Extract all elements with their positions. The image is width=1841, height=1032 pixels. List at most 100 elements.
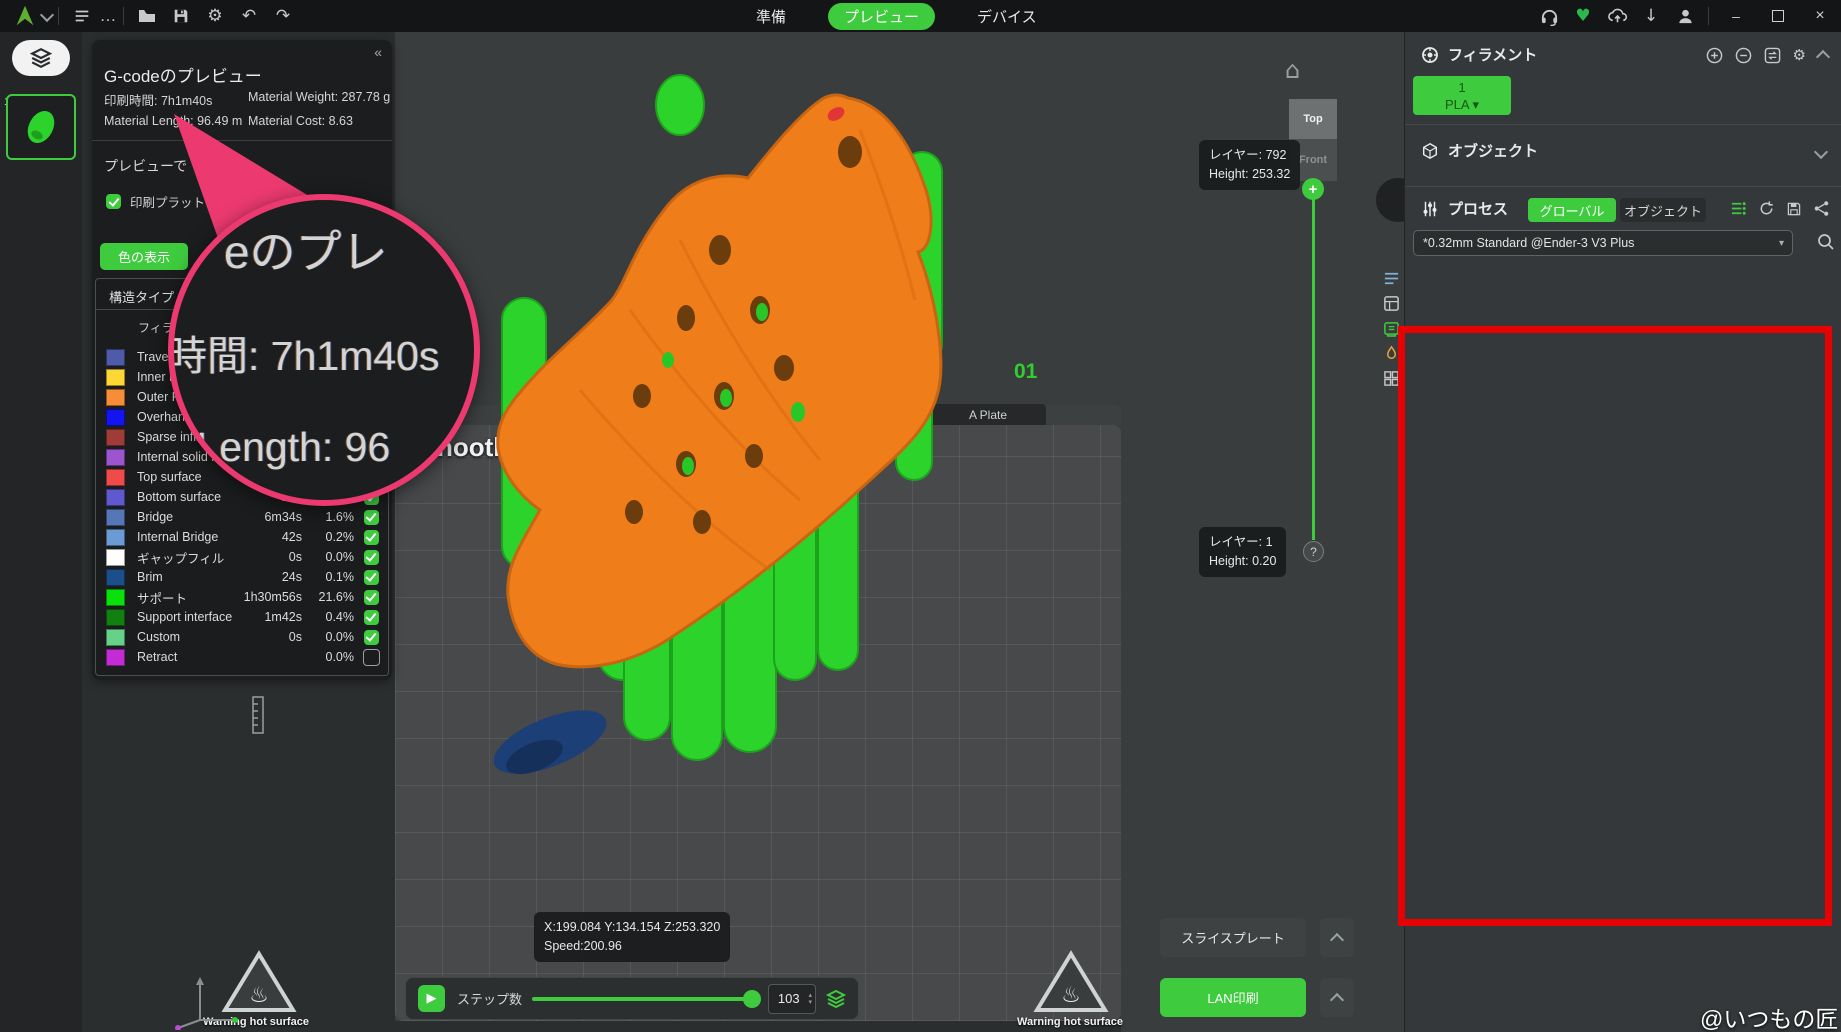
expand-object-icon[interactable] xyxy=(1814,145,1828,159)
material-cost-stat: Material Cost: 8.63 xyxy=(248,114,353,128)
filament-actions: ⚙ xyxy=(1706,46,1828,64)
download-icon[interactable]: ↓ xyxy=(1634,6,1668,26)
legend-row[interactable]: Bridge 6m34s 1.6% xyxy=(96,507,388,527)
sync-filament-icon[interactable] xyxy=(1764,47,1781,64)
axis-indicator-icon xyxy=(170,975,240,1030)
preview-section-label: プレビューで xyxy=(104,156,187,176)
tab-prepare[interactable]: 準備 xyxy=(740,3,802,30)
legend-row[interactable]: Internal Bridge 42s 0.2% xyxy=(96,527,388,547)
category-speed-icon[interactable] xyxy=(1383,320,1400,337)
legend-time-value: 42s xyxy=(240,530,302,544)
step-slider-handle[interactable] xyxy=(743,990,761,1008)
layers-panel-button[interactable] xyxy=(12,40,70,76)
maximize-button[interactable] xyxy=(1757,10,1799,22)
category-plate-icon[interactable] xyxy=(1383,295,1400,312)
filament-settings-gear-icon[interactable]: ⚙ xyxy=(1793,46,1806,64)
legend-color-swatch xyxy=(106,629,125,646)
undo-button[interactable]: ↶ xyxy=(232,6,266,26)
collapse-section-icon[interactable] xyxy=(1816,50,1830,64)
step-value: 103 xyxy=(769,991,808,1006)
ruler-icon[interactable] xyxy=(245,695,271,735)
layer-slider-handle[interactable]: + xyxy=(1302,178,1324,200)
minimize-button[interactable]: – xyxy=(1715,8,1757,24)
add-filament-icon[interactable] xyxy=(1706,47,1723,64)
save-button[interactable] xyxy=(164,7,198,25)
step-number-input[interactable]: 103 ▴ ▾ xyxy=(768,984,816,1014)
settings-gear-icon[interactable]: ⚙ xyxy=(198,6,232,26)
close-button[interactable]: × xyxy=(1799,7,1841,25)
play-button[interactable]: ▶ xyxy=(418,985,445,1012)
legend-time-value: 0s xyxy=(240,550,302,564)
panel-collapse-icon[interactable]: « xyxy=(374,44,382,60)
home-view-icon[interactable]: ⌂ xyxy=(1285,56,1300,84)
layer-slider-track[interactable] xyxy=(1312,198,1315,540)
preset-name: *0.32mm Standard @Ender-3 V3 Plus xyxy=(1414,236,1779,250)
tab-device[interactable]: デバイス xyxy=(961,3,1053,30)
layer-top-line2: Height: 253.32 xyxy=(1209,165,1290,184)
checkbox-checked-icon[interactable] xyxy=(106,194,121,209)
parameter-list-icon[interactable] xyxy=(1730,200,1747,217)
cloud-upload-icon[interactable] xyxy=(1600,6,1634,27)
settings-category-strip xyxy=(1378,270,1404,387)
category-quality-icon[interactable] xyxy=(1383,270,1400,287)
tab-object[interactable]: オブジェクト xyxy=(1620,198,1706,222)
legend-row[interactable]: Retract 0.0% xyxy=(96,647,388,667)
print-time-stat: 印刷時間: 7h1m40s xyxy=(104,90,212,109)
legend-visibility-checkbox[interactable] xyxy=(363,649,380,666)
more-menu-button[interactable]: … xyxy=(99,6,117,26)
legend-row[interactable]: サポート 1h30m56s 21.6% xyxy=(96,587,388,607)
legend-row[interactable]: ギャップフィル 0s 0.0% xyxy=(96,547,388,567)
category-temperature-icon[interactable] xyxy=(1383,345,1400,362)
lan-print-button[interactable]: LAN印刷 xyxy=(1160,978,1306,1017)
legend-visibility-checkbox[interactable] xyxy=(364,510,379,525)
tab-global[interactable]: グローバル xyxy=(1528,198,1616,222)
filament-slot-button[interactable]: 1 PLA ▾ xyxy=(1413,76,1511,115)
remove-filament-icon[interactable] xyxy=(1735,47,1752,64)
legend-visibility-checkbox[interactable] xyxy=(364,570,379,585)
redo-button[interactable]: ↷ xyxy=(266,6,300,26)
color-scheme-button[interactable]: 色の表示 xyxy=(100,243,188,270)
logo-chevron-icon[interactable] xyxy=(40,7,54,21)
legend-percent-value: 0.0% xyxy=(302,550,354,564)
support-headset-icon[interactable] xyxy=(1532,7,1566,26)
legend-visibility-checkbox[interactable] xyxy=(364,590,379,605)
chevron-up-icon xyxy=(1330,992,1344,1006)
model-3d-shoe[interactable] xyxy=(380,60,1000,780)
spinner-down-icon[interactable]: ▾ xyxy=(808,999,812,1006)
preset-dropdown[interactable]: *0.32mm Standard @Ender-3 V3 Plus ▾ xyxy=(1413,230,1793,256)
legend-visibility-checkbox[interactable] xyxy=(364,610,379,625)
cloud-service-heart-icon[interactable]: ♥ xyxy=(1566,6,1600,26)
legend-visibility-checkbox[interactable] xyxy=(364,630,379,645)
save-preset-icon[interactable] xyxy=(1786,201,1802,217)
legend-row[interactable]: Support interface 1m42s 0.4% xyxy=(96,607,388,627)
app-logo[interactable] xyxy=(12,3,38,29)
legend-percent-value: 0.2% xyxy=(302,530,354,544)
legend-visibility-checkbox[interactable] xyxy=(364,530,379,545)
legend-row[interactable]: Custom 0s 0.0% xyxy=(96,627,388,647)
slice-options-button[interactable] xyxy=(1320,918,1354,957)
step-slider[interactable] xyxy=(532,997,752,1001)
help-button[interactable]: ? xyxy=(1303,541,1324,562)
reset-process-icon[interactable] xyxy=(1758,200,1775,217)
platform-checkbox-row[interactable]: 印刷プラットフ xyxy=(106,192,218,211)
process-header: プロセス xyxy=(1421,198,1508,219)
user-account-icon[interactable] xyxy=(1668,7,1702,26)
viewcube-top-face[interactable]: Top xyxy=(1289,99,1337,139)
layers-view-icon[interactable] xyxy=(826,989,846,1009)
legend-tab-structure[interactable]: 構造タイプ xyxy=(109,287,174,306)
step-spinner[interactable]: ▴ ▾ xyxy=(808,992,815,1006)
tab-preview[interactable]: プレビュー xyxy=(828,3,935,30)
print-options-button[interactable] xyxy=(1320,978,1354,1017)
plate-thumbnail[interactable] xyxy=(6,94,76,160)
main-menu-button[interactable] xyxy=(65,7,99,25)
category-others-icon[interactable] xyxy=(1383,370,1400,387)
legend-row[interactable]: Brim 24s 0.1% xyxy=(96,567,388,587)
slice-plate-button[interactable]: スライスプレート xyxy=(1160,918,1306,957)
layer-bottom-line2: Height: 0.20 xyxy=(1209,552,1276,571)
open-file-button[interactable] xyxy=(130,6,164,26)
legend-time-value: 1m42s xyxy=(240,610,302,624)
search-settings-icon[interactable] xyxy=(1816,232,1836,252)
cube-icon xyxy=(1421,142,1439,160)
share-preset-icon[interactable] xyxy=(1813,200,1830,217)
legend-visibility-checkbox[interactable] xyxy=(364,550,379,565)
